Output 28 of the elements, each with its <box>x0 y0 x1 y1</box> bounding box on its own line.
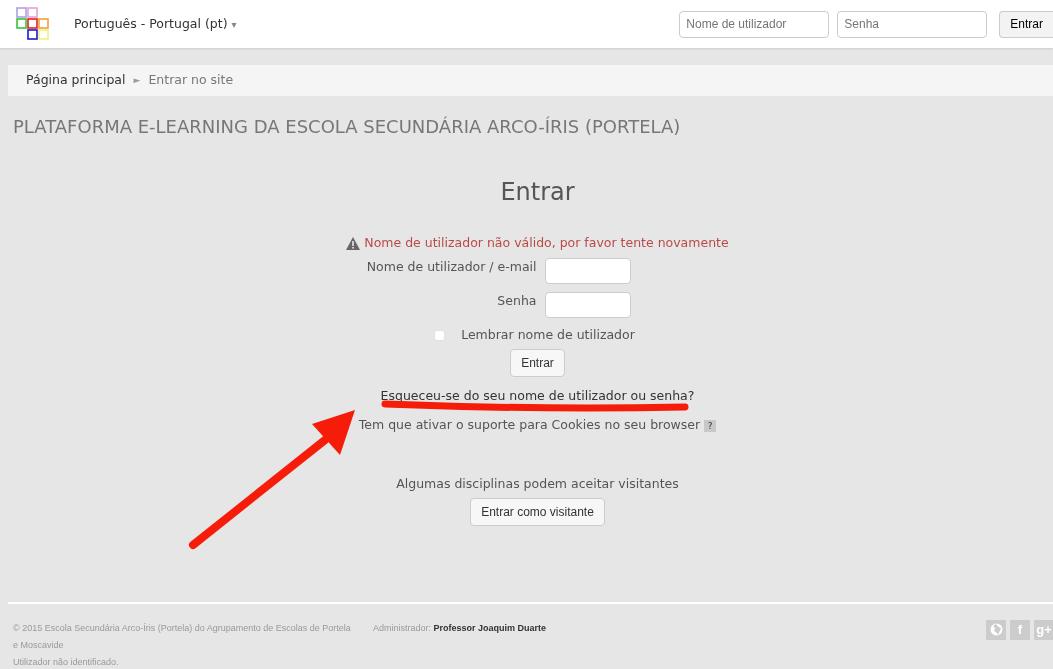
field-label: Nome de utilizador / e-mail <box>366 257 537 276</box>
username-field[interactable] <box>544 257 631 284</box>
submit-button[interactable]: Entrar <box>510 348 565 377</box>
guest-note: Algumas disciplinas podem aceitar visitantes <box>396 475 679 493</box>
separator-icon: ► <box>133 73 141 88</box>
password-field[interactable] <box>544 291 631 318</box>
login-button[interactable]: Entrar <box>999 10 1053 38</box>
admin-text: Administrador: Professor Joaquim Duarte <box>373 621 547 635</box>
guest-login-button[interactable]: Entrar como visitante <box>470 497 605 526</box>
checkbox-label: Lembrar nome de utilizador <box>461 325 635 344</box>
warning-icon <box>346 236 361 250</box>
field-label: Senha <box>496 291 537 310</box>
username-field[interactable]: Nome de utilizador <box>679 10 830 38</box>
cookies-note: Tem que ativar o suporte para Cookies no seu browser <box>358 416 701 435</box>
login-info-text: Utilizador não identificado. <box>13 655 120 669</box>
language-menu[interactable]: Português - Portugal (pt) ▾ <box>74 14 237 34</box>
breadcrumb-link[interactable]: Página principal <box>26 71 126 90</box>
error-message: Nome de utilizador não válido, por favor tente novamente <box>364 234 729 252</box>
login-heading: Entrar <box>500 177 575 208</box>
help-icon[interactable]: ? <box>704 419 717 432</box>
password-field[interactable]: Senha <box>837 10 988 38</box>
logo-icon <box>16 7 50 41</box>
copyright-text: © 2015 Escola Secundária Arco-Íris (Portela) do Agrupamento de Escolas de Portela e Moscavide <box>13 621 352 652</box>
remember-checkbox[interactable] <box>434 329 446 341</box>
forgot-password-link[interactable]: Esqueceu-se do seu nome de utilizador ou senha? <box>380 386 695 406</box>
globe-icon[interactable] <box>986 619 1006 640</box>
breadcrumb-link[interactable]: Entrar no site <box>148 71 234 90</box>
site-title: PLATAFORMA E-LEARNING DA ESCOLA SECUNDÁRIA ARCO-ÍRIS (PORTELA) <box>13 115 682 139</box>
